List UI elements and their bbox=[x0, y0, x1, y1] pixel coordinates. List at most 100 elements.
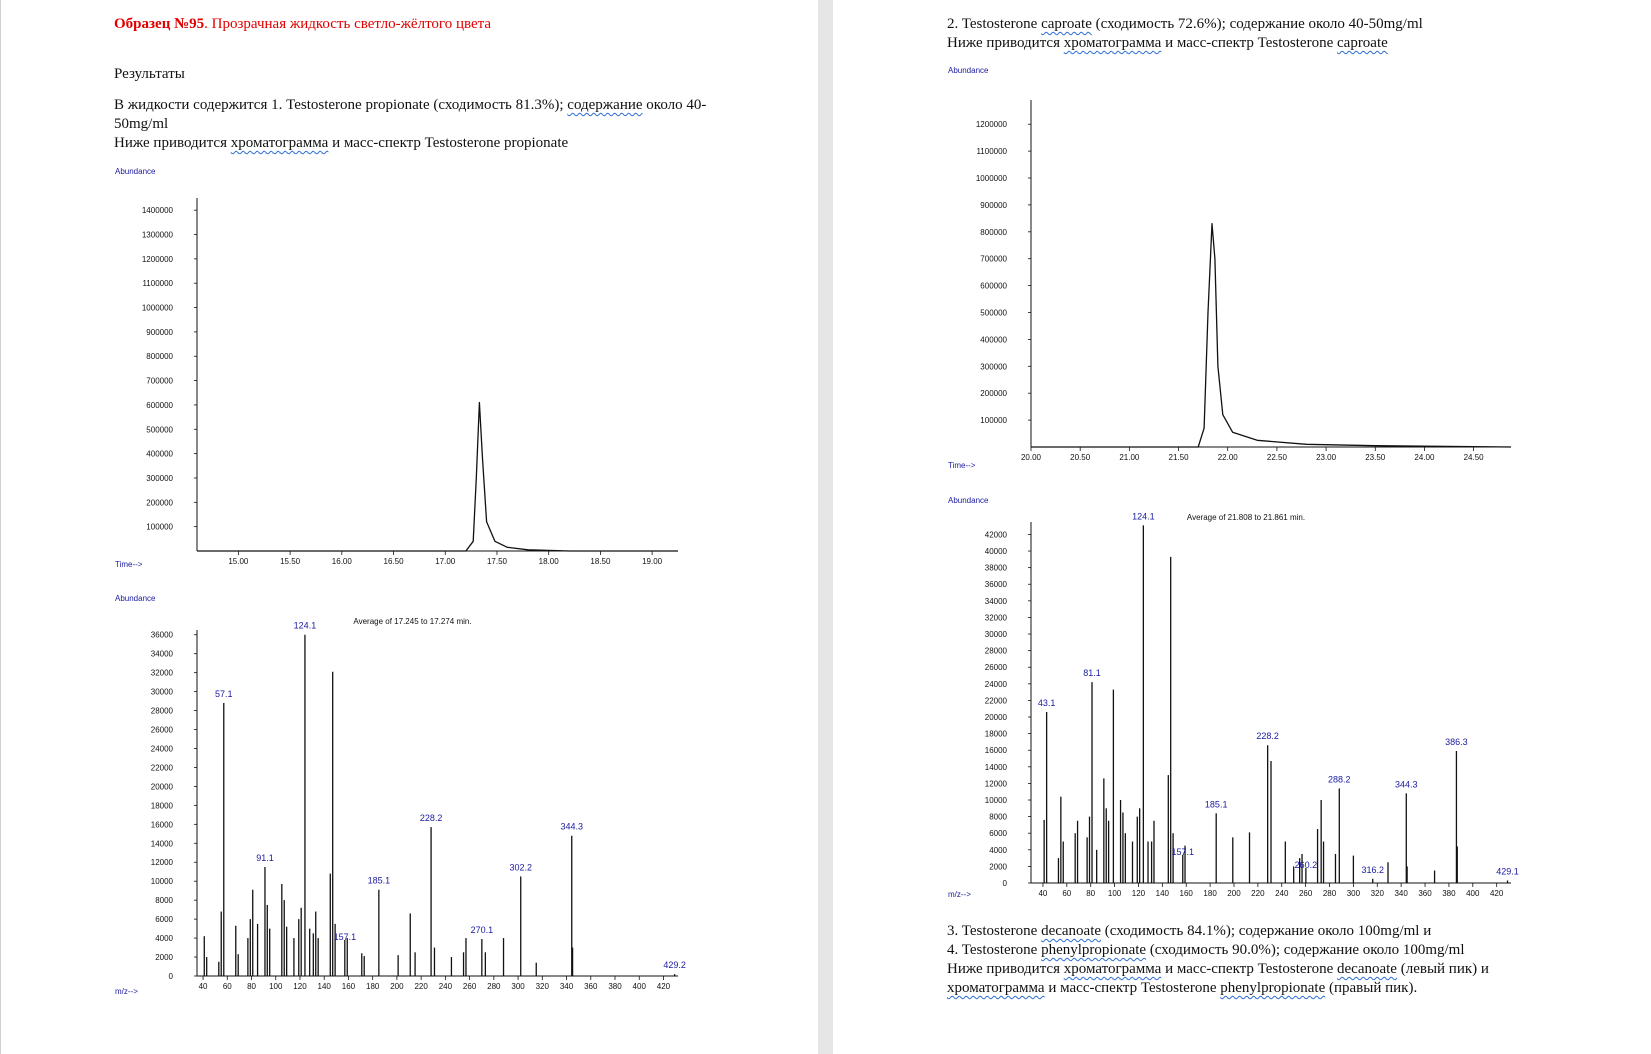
y-tick-label: 600000 bbox=[980, 282, 1007, 291]
y-tick-label: 1200000 bbox=[142, 255, 174, 264]
x-tick-label: 380 bbox=[608, 982, 622, 991]
x-tick-label: 400 bbox=[633, 982, 647, 991]
chrom-left: Abundance Time--> 100000 200000 300000 400000… bbox=[115, 167, 678, 569]
y-tick-label: 700000 bbox=[146, 377, 173, 386]
y-tick-label: 8000 bbox=[989, 813, 1007, 822]
y-tick-label: 16000 bbox=[151, 820, 174, 829]
y-tick-label: 300000 bbox=[980, 362, 1007, 371]
x-tick-label: 260 bbox=[1299, 889, 1313, 898]
y-tick-label: 6000 bbox=[989, 829, 1007, 838]
peak-label: 91.1 bbox=[256, 853, 274, 863]
y-tick-label: 36000 bbox=[151, 631, 174, 640]
x-tick-label: 180 bbox=[1203, 889, 1217, 898]
spectrum-annotation: Average of 21.808 to 21.861 min. bbox=[1187, 513, 1305, 522]
y-tick-label: 22000 bbox=[985, 696, 1008, 705]
y-axis-title: Abundance bbox=[948, 496, 989, 505]
x-tick-label: 22.00 bbox=[1218, 453, 1239, 462]
y-tick-label: 200000 bbox=[980, 389, 1007, 398]
x-tick-label: 340 bbox=[560, 982, 574, 991]
x-tick-label: 220 bbox=[1251, 889, 1265, 898]
y-tick-label: 30000 bbox=[151, 688, 174, 697]
y-tick-label: 100000 bbox=[146, 523, 173, 532]
x-axis-title: m/z--> bbox=[115, 987, 138, 996]
x-tick-label: 100 bbox=[1108, 889, 1122, 898]
peak-label: 344.3 bbox=[1395, 779, 1418, 789]
x-tick-label: 23.50 bbox=[1365, 453, 1386, 462]
peak-label: 157.1 bbox=[334, 932, 357, 942]
x-tick-label: 40 bbox=[1038, 889, 1047, 898]
chrom-right: Abundance Time--> 100000 200000 300000 400000… bbox=[948, 66, 1512, 470]
x-tick-label: 380 bbox=[1442, 889, 1456, 898]
y-tick-label: 4000 bbox=[989, 846, 1007, 855]
x-tick-label: 280 bbox=[1323, 889, 1337, 898]
y-tick-label: 500000 bbox=[980, 309, 1007, 318]
x-tick-label: 160 bbox=[1180, 889, 1194, 898]
y-tick-label: 100000 bbox=[980, 416, 1007, 425]
x-tick-label: 400 bbox=[1466, 889, 1480, 898]
y-tick-label: 18000 bbox=[985, 730, 1008, 739]
y-tick-label: 2000 bbox=[989, 862, 1007, 871]
y-tick-label: 36000 bbox=[985, 580, 1008, 589]
x-tick-label: 140 bbox=[318, 982, 332, 991]
x-tick-label: 16.50 bbox=[384, 557, 405, 566]
y-tick-label: 200000 bbox=[146, 498, 173, 507]
x-axis-title: m/z--> bbox=[948, 890, 971, 899]
peak-label: 260.2 bbox=[1295, 860, 1318, 870]
x-tick-label: 15.00 bbox=[228, 557, 249, 566]
y-tick-label: 900000 bbox=[980, 201, 1007, 210]
peak-label: 429.2 bbox=[663, 960, 686, 970]
x-tick-label: 320 bbox=[536, 982, 550, 991]
x-tick-label: 16.00 bbox=[332, 557, 353, 566]
spectrum-annotation: Average of 17.245 to 17.274 min. bbox=[353, 617, 471, 626]
y-tick-label: 300000 bbox=[146, 474, 173, 483]
x-tick-label: 40 bbox=[199, 982, 208, 991]
y-tick-label: 10000 bbox=[985, 796, 1008, 805]
x-tick-label: 300 bbox=[511, 982, 525, 991]
y-tick-label: 26000 bbox=[151, 726, 174, 735]
peak-label: 124.1 bbox=[294, 621, 317, 631]
y-tick-label: 400000 bbox=[146, 450, 173, 459]
y-tick-label: 20000 bbox=[985, 713, 1008, 722]
peak-label: 185.1 bbox=[1205, 799, 1228, 809]
x-tick-label: 15.50 bbox=[280, 557, 301, 566]
y-tick-label: 12000 bbox=[151, 858, 174, 867]
x-tick-label: 21.00 bbox=[1119, 453, 1140, 462]
x-tick-label: 220 bbox=[414, 982, 428, 991]
x-tick-label: 180 bbox=[366, 982, 380, 991]
peak-label: 316.2 bbox=[1361, 865, 1384, 875]
x-tick-label: 120 bbox=[1132, 889, 1146, 898]
x-tick-label: 200 bbox=[1227, 889, 1241, 898]
y-tick-label: 900000 bbox=[146, 328, 173, 337]
y-tick-label: 1000000 bbox=[142, 304, 174, 313]
x-axis-title: Time--> bbox=[948, 461, 976, 470]
x-tick-label: 17.00 bbox=[435, 557, 456, 566]
y-tick-label: 30000 bbox=[985, 630, 1008, 639]
y-tick-label: 2000 bbox=[155, 953, 173, 962]
x-tick-label: 19.00 bbox=[642, 557, 663, 566]
peak-label: 344.3 bbox=[560, 822, 583, 832]
peak-label: 81.1 bbox=[1083, 668, 1101, 678]
y-tick-label: 32000 bbox=[151, 669, 174, 678]
y-tick-label: 34000 bbox=[151, 650, 174, 659]
y-tick-label: 32000 bbox=[985, 613, 1008, 622]
x-tick-label: 80 bbox=[247, 982, 256, 991]
x-tick-label: 160 bbox=[342, 982, 356, 991]
charts-layer: Abundance Time--> 100000 200000 300000 400000… bbox=[115, 66, 1519, 996]
chromatogram-trace bbox=[197, 401, 678, 552]
peak-label: 124.1 bbox=[1132, 511, 1155, 521]
x-tick-label: 80 bbox=[1086, 889, 1095, 898]
y-tick-label: 28000 bbox=[151, 707, 174, 716]
y-tick-label: 20000 bbox=[151, 782, 174, 791]
x-tick-label: 24.00 bbox=[1414, 453, 1435, 462]
y-tick-label: 600000 bbox=[146, 401, 173, 410]
y-tick-label: 1300000 bbox=[142, 231, 174, 240]
peak-label: 185.1 bbox=[368, 876, 391, 886]
y-axis-title: Abundance bbox=[115, 594, 156, 603]
y-tick-label: 42000 bbox=[985, 530, 1008, 539]
peak-label: 228.2 bbox=[420, 813, 443, 823]
x-tick-label: 320 bbox=[1371, 889, 1385, 898]
x-axis-title: Time--> bbox=[115, 560, 143, 569]
y-tick-label: 1000000 bbox=[976, 174, 1008, 183]
y-tick-label: 1100000 bbox=[976, 147, 1007, 156]
x-tick-label: 23.00 bbox=[1316, 453, 1337, 462]
